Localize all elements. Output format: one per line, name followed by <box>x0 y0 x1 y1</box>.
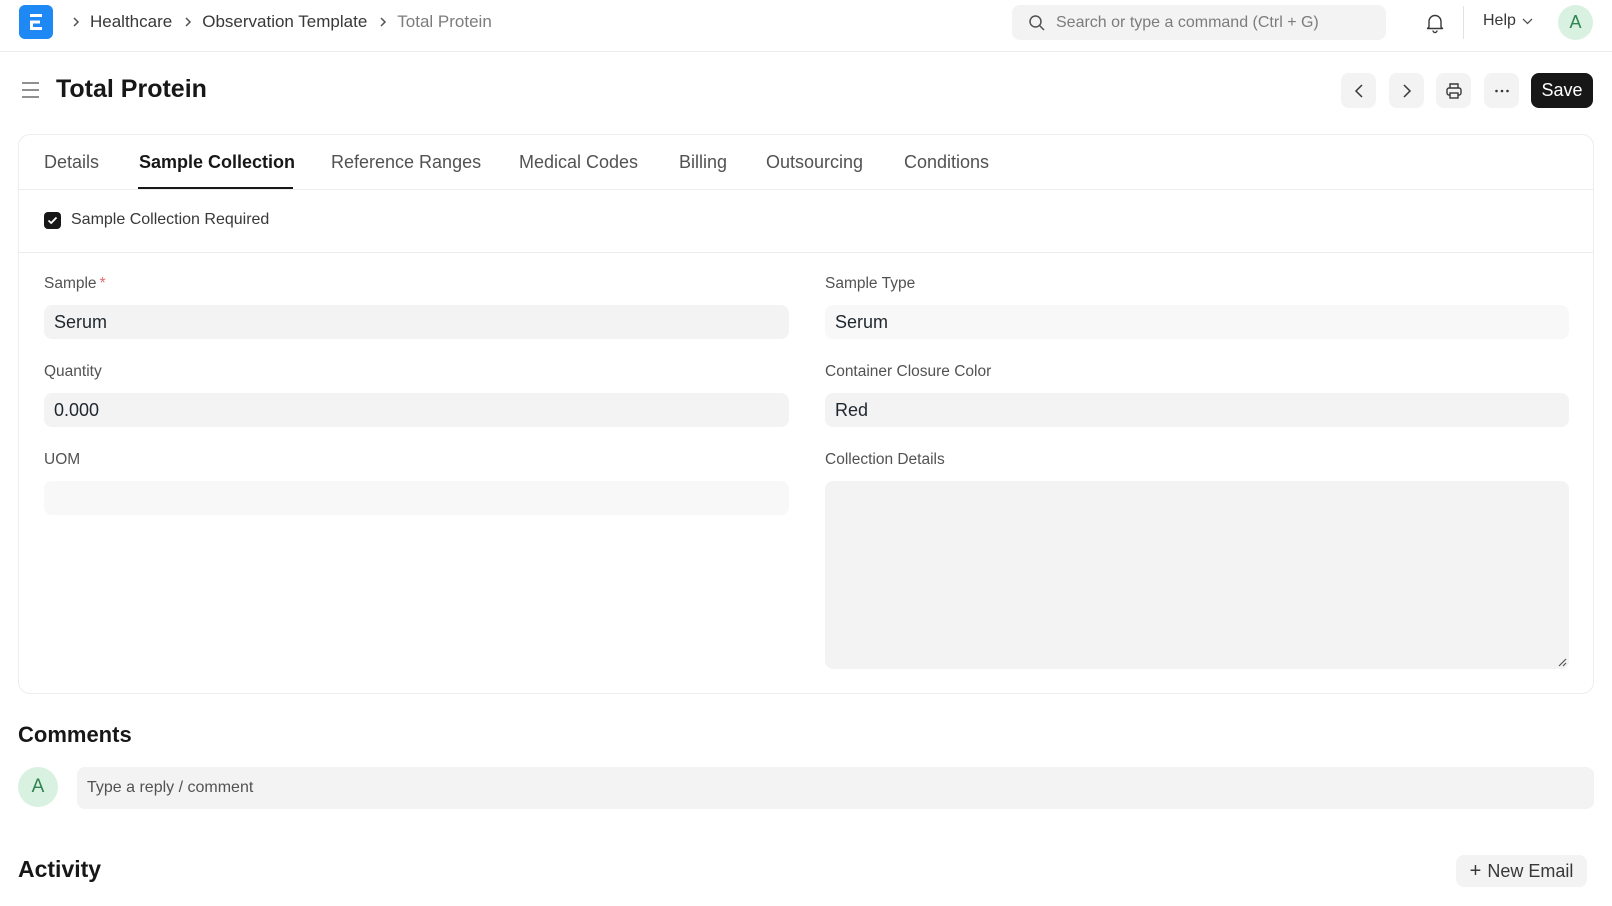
sample-field[interactable]: Serum <box>44 305 789 339</box>
chevron-right-icon <box>184 16 192 28</box>
sample-collection-required-checkbox[interactable]: Sample Collection Required <box>44 211 269 229</box>
section-divider <box>19 252 1593 253</box>
tab-medical-codes[interactable]: Medical Codes <box>519 152 638 173</box>
chevron-left-icon <box>1354 83 1363 98</box>
tab-outsourcing[interactable]: Outsourcing <box>766 152 863 173</box>
sample-type-label: Sample Type <box>825 275 916 292</box>
form-tabs: Details Sample Collection Reference Rang… <box>19 135 1593 190</box>
breadcrumb: Healthcare Observation Template Total Pr… <box>72 11 504 33</box>
user-avatar[interactable]: A <box>1558 5 1593 40</box>
navbar-divider <box>1463 6 1464 39</box>
sample-type-field: Serum <box>825 305 1569 339</box>
resize-handle-icon[interactable] <box>1557 657 1567 667</box>
breadcrumb-healthcare[interactable]: Healthcare <box>90 12 172 32</box>
erpnext-logo-icon <box>30 14 42 30</box>
comment-box[interactable] <box>77 767 1594 809</box>
active-tab-indicator <box>138 187 293 189</box>
notification-bell-icon[interactable] <box>1424 12 1446 34</box>
quantity-field[interactable]: 0.000 <box>44 393 789 427</box>
breadcrumb-current: Total Protein <box>397 12 492 31</box>
search-input[interactable] <box>1056 13 1376 32</box>
container-closure-color-label: Container Closure Color <box>825 363 992 380</box>
uom-field[interactable] <box>44 481 789 515</box>
chevron-right-icon <box>379 16 387 28</box>
activity-heading: Activity <box>18 856 102 882</box>
printer-icon <box>1445 82 1462 99</box>
chevron-right-icon <box>1402 83 1411 98</box>
chevron-right-icon <box>72 16 80 28</box>
help-dropdown[interactable]: Help <box>1483 12 1533 30</box>
checkmark-icon <box>47 216 58 224</box>
tab-sample-collection[interactable]: Sample Collection <box>139 152 295 173</box>
chevron-down-icon <box>1522 18 1533 24</box>
comments-heading: Comments <box>18 722 132 747</box>
next-record-button[interactable] <box>1389 73 1424 108</box>
save-button[interactable]: Save <box>1531 73 1593 108</box>
sidebar-toggle-icon[interactable] <box>21 80 41 100</box>
search-icon <box>1029 14 1045 31</box>
quantity-label: Quantity <box>44 363 102 380</box>
checkbox-label: Sample Collection Required <box>71 211 270 228</box>
new-email-button[interactable]: + New Email <box>1456 855 1587 887</box>
new-email-label: New Email <box>1487 860 1574 881</box>
page-title: Total Protein <box>56 75 207 103</box>
tab-billing[interactable]: Billing <box>679 152 727 173</box>
container-closure-color-field[interactable]: Red <box>825 393 1569 427</box>
help-label: Help <box>1483 12 1516 29</box>
sample-label: Sample * <box>44 275 106 292</box>
comment-avatar: A <box>18 767 58 807</box>
app-logo[interactable] <box>19 5 53 39</box>
print-button[interactable] <box>1436 73 1471 108</box>
collection-details-textarea[interactable] <box>825 481 1569 669</box>
checkbox-checked[interactable] <box>44 211 61 229</box>
search-bar[interactable] <box>1012 5 1386 40</box>
tab-reference-ranges[interactable]: Reference Ranges <box>331 152 481 173</box>
comment-input[interactable] <box>87 779 1529 797</box>
navbar: Healthcare Observation Template Total Pr… <box>0 0 1612 52</box>
tab-conditions[interactable]: Conditions <box>904 152 989 173</box>
uom-label: UOM <box>44 451 81 468</box>
breadcrumb-observation-template[interactable]: Observation Template <box>202 12 367 32</box>
more-horizontal-icon <box>1494 89 1509 92</box>
previous-record-button[interactable] <box>1341 73 1376 108</box>
tab-details[interactable]: Details <box>44 152 99 173</box>
plus-icon: + <box>1469 859 1482 882</box>
form-card: Details Sample Collection Reference Rang… <box>18 134 1594 694</box>
more-actions-button[interactable] <box>1484 73 1519 108</box>
collection-details-label: Collection Details <box>825 451 945 468</box>
required-indicator: * <box>99 275 106 292</box>
